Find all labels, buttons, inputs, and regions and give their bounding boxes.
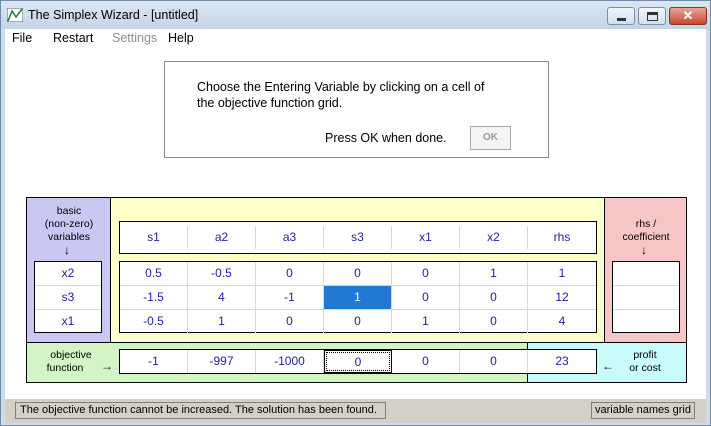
basic-variables-panel: basic (non-zero) variables ↓ x2 s3 x1 <box>27 198 111 342</box>
status-mode: variable names grid <box>591 402 695 419</box>
column-header-grid[interactable]: s1 a2 a3 s3 x1 x2 rhs <box>119 221 597 254</box>
coefficient-cell[interactable]: 1 <box>460 262 528 285</box>
right-arrow-icon: → <box>101 359 113 373</box>
column-header-rhs[interactable]: rhs <box>528 226 596 249</box>
basic-variable-cell[interactable]: s3 <box>35 286 101 309</box>
left-arrow-icon: ← <box>602 359 614 373</box>
coefficient-cell[interactable]: 0 <box>324 310 392 333</box>
column-header-a2[interactable]: a2 <box>188 226 256 249</box>
basic-variable-cell[interactable]: x2 <box>35 262 101 285</box>
coefficient-cell[interactable]: 0 <box>460 310 528 333</box>
coefficient-cell[interactable]: 1 <box>392 310 460 333</box>
selected-pivot-cell[interactable]: 1 <box>324 286 392 309</box>
menu-file[interactable]: File <box>12 31 32 45</box>
basic-label-1: basic <box>56 205 82 217</box>
coefficient-cell[interactable]: 0.5 <box>120 262 188 285</box>
basic-variable-cell[interactable]: x1 <box>35 310 101 333</box>
coefficient-cell[interactable]: 12 <box>528 286 596 309</box>
coefficient-cell[interactable]: -1 <box>256 286 324 309</box>
ratio-label-1: rhs / <box>635 218 657 230</box>
down-arrow-icon: ↓ <box>641 243 647 257</box>
objective-function-panel: objective function → -1 -997 -1000 0 0 0… <box>27 342 597 382</box>
menu-settings: Settings <box>112 31 158 45</box>
status-bar: The objective function cannot be increas… <box>5 399 706 423</box>
objective-cell[interactable]: -997 <box>188 350 256 373</box>
column-header-a3[interactable]: a3 <box>256 226 324 249</box>
client-area: File Restart Settings Help Choose the En… <box>5 29 706 423</box>
ok-button[interactable]: OK <box>470 126 511 150</box>
ratio-panel: rhs / coefficient ↓ <box>604 198 686 342</box>
menu-restart[interactable]: Restart <box>53 31 93 45</box>
column-header-x2[interactable]: x2 <box>460 226 528 249</box>
instruction-panel: Choose the Entering Variable by clicking… <box>164 61 549 158</box>
objective-rhs-cell[interactable]: 23 <box>528 350 596 373</box>
coefficient-cell[interactable]: 4 <box>528 310 596 333</box>
coefficient-cell[interactable]: -1.5 <box>120 286 188 309</box>
menu-bar: File Restart Settings Help <box>5 29 706 49</box>
profit-label-2: or cost <box>629 362 661 374</box>
profit-label-1: profit <box>633 349 657 361</box>
coefficient-panel: s1 a2 a3 s3 x1 x2 rhs 0.5 -0.5 0 0 0 1 1 <box>111 198 604 342</box>
grid-divider <box>613 285 679 286</box>
close-button[interactable]: ✕ <box>669 7 707 25</box>
simplex-tableau: basic (non-zero) variables ↓ x2 s3 x1 s1… <box>26 197 687 383</box>
coefficient-cell[interactable]: 0 <box>460 286 528 309</box>
objective-cell[interactable]: 0 <box>460 350 528 373</box>
basic-variables-grid[interactable]: x2 s3 x1 <box>34 261 102 333</box>
close-icon: ✕ <box>682 8 694 23</box>
objective-cell[interactable]: -1000 <box>256 350 324 373</box>
objective-label-2: function <box>46 362 84 374</box>
press-ok-text: Press OK when done. <box>325 131 447 145</box>
coefficient-cell[interactable]: -0.5 <box>188 262 256 285</box>
coefficient-cell[interactable]: 0 <box>256 310 324 333</box>
objective-function-grid[interactable]: -1 -997 -1000 0 0 0 23 <box>119 349 597 374</box>
objective-cell[interactable]: 0 <box>392 350 460 373</box>
app-window: The Simplex Wizard - [untitled] ✕ File R… <box>0 0 711 426</box>
coefficient-cell[interactable]: 4 <box>188 286 256 309</box>
coefficient-cell[interactable]: 0 <box>392 286 460 309</box>
coefficient-grid[interactable]: 0.5 -0.5 0 0 0 1 1 -1.5 4 -1 1 0 0 12 -0… <box>119 261 597 333</box>
grid-divider <box>613 309 679 310</box>
app-icon <box>7 8 23 22</box>
minimize-icon <box>617 18 626 21</box>
coefficient-cell[interactable]: 0 <box>324 262 392 285</box>
objective-cell[interactable]: -1 <box>120 350 188 373</box>
instruction-line-1: Choose the Entering Variable by clicking… <box>197 80 485 94</box>
maximize-button[interactable] <box>638 7 666 25</box>
column-header-s3[interactable]: s3 <box>324 226 392 249</box>
status-message: The objective function cannot be increas… <box>15 402 386 419</box>
coefficient-cell[interactable]: 0 <box>392 262 460 285</box>
coefficient-cell[interactable]: -0.5 <box>120 310 188 333</box>
column-header-x1[interactable]: x1 <box>392 226 460 249</box>
menu-help[interactable]: Help <box>168 31 194 45</box>
column-header-s1[interactable]: s1 <box>120 226 188 249</box>
instruction-line-2: the objective function grid. <box>197 96 343 110</box>
down-arrow-icon: ↓ <box>64 243 70 257</box>
coefficient-cell[interactable]: 1 <box>528 262 596 285</box>
focused-objective-cell[interactable]: 0 <box>324 350 392 373</box>
window-title: The Simplex Wizard - [untitled] <box>28 8 199 22</box>
ratio-grid[interactable] <box>612 261 680 333</box>
coefficient-cell[interactable]: 0 <box>256 262 324 285</box>
maximize-icon <box>647 12 658 21</box>
objective-label-1: objective <box>50 349 92 361</box>
coefficient-cell[interactable]: 1 <box>188 310 256 333</box>
basic-label-2: (non-zero) <box>44 218 94 230</box>
title-bar[interactable]: The Simplex Wizard - [untitled] ✕ <box>1 1 710 29</box>
minimize-button[interactable] <box>607 7 635 25</box>
